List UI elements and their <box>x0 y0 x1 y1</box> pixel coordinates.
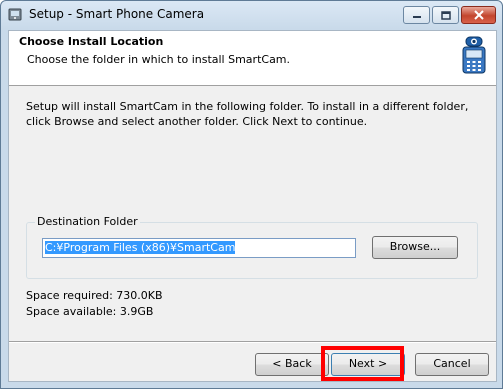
back-button[interactable]: < Back <box>255 353 329 376</box>
space-available: Space available: 3.9GB <box>26 305 154 318</box>
maximize-icon <box>440 10 451 20</box>
page-title: Choose Install Location <box>19 35 164 48</box>
browse-button[interactable]: Browse... <box>372 236 458 259</box>
next-button-highlight <box>321 346 404 381</box>
page-subtitle: Choose the folder in which to install Sm… <box>27 53 291 66</box>
setup-window: Setup - Smart Phone Camera Choose Instal… <box>0 0 503 389</box>
cancel-button[interactable]: Cancel <box>415 353 489 376</box>
minimize-button[interactable] <box>403 6 430 24</box>
space-required: Space required: 730.0KB <box>26 289 163 302</box>
installer-app-icon <box>8 8 22 21</box>
phone-camera-icon <box>462 36 486 74</box>
window-title: Setup - Smart Phone Camera <box>29 7 205 21</box>
maximize-button[interactable] <box>432 6 459 24</box>
installer-page: Choose Install Location Choose the folde… <box>8 30 497 382</box>
close-icon <box>473 10 484 20</box>
destination-folder-group: Destination Folder C:¥Program Files (x86… <box>26 215 478 279</box>
destination-path-input[interactable]: C:¥Program Files (x86)¥SmartCam <box>42 238 356 258</box>
minimize-icon <box>412 16 421 18</box>
destination-path-value: C:¥Program Files (x86)¥SmartCam <box>45 241 236 254</box>
destination-folder-label: Destination Folder <box>35 215 140 228</box>
close-button[interactable] <box>461 6 496 24</box>
intro-text: Setup will install SmartCam in the follo… <box>26 100 469 128</box>
header-panel: Choose Install Location Choose the folde… <box>9 31 496 86</box>
title-bar: Setup - Smart Phone Camera <box>1 1 502 29</box>
footer-divider <box>9 341 496 343</box>
